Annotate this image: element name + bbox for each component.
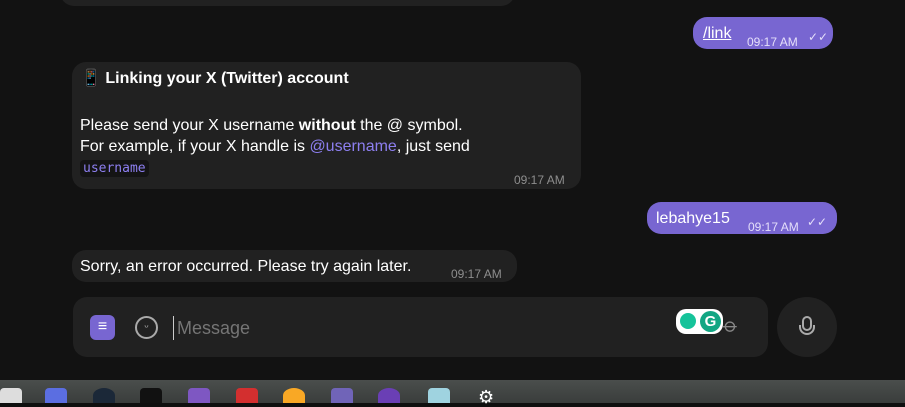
phone-emoji-icon: 📱 (81, 70, 101, 87)
watermelon-icon[interactable] (236, 388, 258, 403)
message-out[interactable]: /link 09:17 AM ✓✓ (693, 17, 833, 49)
steam-icon[interactable] (93, 388, 115, 403)
username-mention-link[interactable]: @username (309, 138, 396, 155)
taskbar: ⚙ (0, 380, 905, 406)
emoji-icon[interactable]: ᵕ (135, 316, 158, 339)
message-text: Sorry, an error occurred. Please try aga… (80, 258, 412, 275)
message-out[interactable]: lebahye15 09:17 AM ✓✓ (647, 202, 837, 234)
bold-text: without (298, 117, 356, 134)
bot-menu-icon[interactable]: ≡ (90, 315, 115, 340)
message-in[interactable]: Sorry, an error occurred. Please try aga… (72, 250, 517, 282)
message-title: Linking your X (Twitter) account (105, 70, 349, 87)
message-time: 09:17 AM (451, 267, 502, 281)
lightbulb-icon (680, 313, 696, 329)
gameboy-icon[interactable] (331, 388, 353, 403)
message-text: lebahye15 (656, 210, 730, 227)
text: Please send your X username (80, 117, 299, 134)
text: For example, if your X handle is (80, 138, 310, 155)
double-check-icon: ✓✓ (807, 215, 828, 229)
x-icon[interactable] (140, 388, 162, 403)
text: , just send (396, 138, 470, 155)
notepad-icon[interactable] (428, 388, 450, 403)
link-command[interactable]: /link (703, 23, 731, 44)
orange-icon[interactable] (283, 388, 305, 403)
message-time: 09:17 AM (748, 220, 799, 234)
settings-icon[interactable]: ⚙ (478, 388, 500, 406)
docker-icon[interactable] (45, 388, 67, 403)
previous-message (60, 0, 515, 6)
double-check-icon: ✓✓ (808, 30, 829, 44)
microphone-button[interactable] (777, 297, 837, 357)
grammarly-widget[interactable]: G (676, 309, 723, 334)
code-snippet[interactable]: username (80, 160, 149, 177)
message-in[interactable]: 📱 Linking your X (Twitter) account Pleas… (72, 62, 581, 189)
text: the @ symbol. (355, 117, 463, 134)
message-composer: ≡ ᵕ G ⌀ (73, 297, 768, 357)
message-time: 09:17 AM (514, 173, 565, 187)
app-icon[interactable] (0, 388, 22, 403)
app-icon[interactable] (188, 388, 210, 403)
message-time: 09:17 AM (747, 35, 798, 49)
message-input[interactable] (173, 316, 663, 340)
app-icon[interactable] (378, 388, 400, 403)
